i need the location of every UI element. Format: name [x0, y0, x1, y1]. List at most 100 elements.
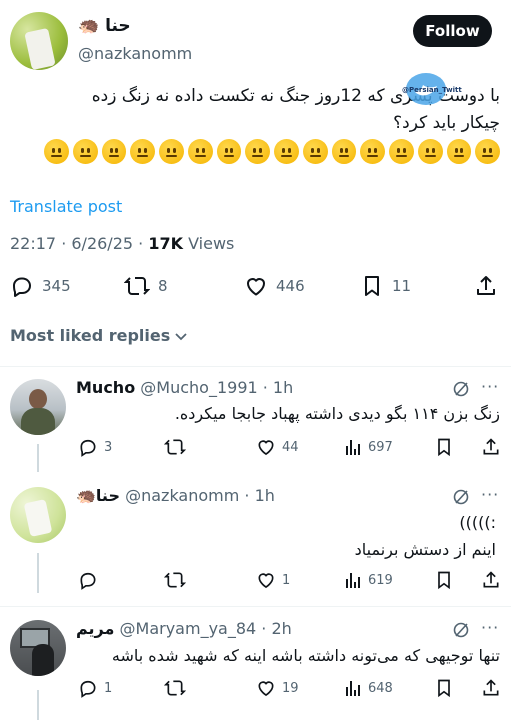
- heart-icon: [256, 437, 276, 457]
- reply-like-count: 1: [282, 572, 291, 588]
- reply-share-button[interactable]: [481, 570, 501, 590]
- more-options-icon[interactable]: ···: [481, 485, 499, 504]
- share-icon: [481, 437, 501, 457]
- reply-repost-button[interactable]: [164, 437, 186, 457]
- author-emoji-icon: 🦔: [76, 486, 96, 505]
- neutral-face-emoji-icon: [245, 139, 270, 164]
- reply-like-button[interactable]: 44: [256, 437, 299, 457]
- reply-like-count: 19: [282, 680, 299, 696]
- replies-sort-dropdown[interactable]: Most liked replies: [10, 326, 188, 345]
- reply-like-count: 44: [282, 439, 299, 455]
- reply-author-name[interactable]: مریم: [76, 619, 114, 638]
- neutral-face-emoji-icon: [274, 139, 299, 164]
- repost-icon: [164, 678, 186, 698]
- more-options-icon[interactable]: ···: [481, 618, 499, 637]
- reply-views-button[interactable]: 619: [344, 570, 393, 590]
- reply-text: زنگ بزن ۱۱۴ بگو دیدی داشته پهباد جابجا م…: [174, 404, 500, 423]
- translate-link[interactable]: Translate post: [10, 197, 122, 216]
- reply-header: مریم @Maryam_ya_84 · 2h: [76, 619, 292, 638]
- neutral-face-emoji-icon: [302, 139, 328, 164]
- watermark-text: @Persian_Twitt: [402, 86, 462, 94]
- neutral-face-emoji-icon: [417, 139, 443, 164]
- views-icon: [344, 678, 362, 698]
- grok-icon[interactable]: [452, 380, 470, 402]
- author-name[interactable]: 🦔 حنا: [78, 16, 131, 36]
- reply-repost-button[interactable]: [164, 570, 186, 590]
- reply-bookmark-button[interactable]: [434, 437, 454, 457]
- repost-icon: [164, 437, 186, 457]
- share-icon: [481, 678, 501, 698]
- author-avatar[interactable]: [10, 12, 68, 70]
- reply-icon: [78, 678, 98, 698]
- views-label: Views: [182, 234, 235, 253]
- bookmark-icon: [434, 437, 454, 457]
- like-button[interactable]: 446: [244, 274, 305, 298]
- neutral-face-emoji-icon: [446, 139, 472, 164]
- share-button[interactable]: [474, 274, 498, 298]
- reply-bookmark-button[interactable]: [434, 678, 454, 698]
- reply-icon: [78, 437, 98, 457]
- reply-avatar[interactable]: [10, 487, 66, 543]
- reply-handle[interactable]: @Mucho_1991 · 1h: [140, 378, 293, 397]
- neutral-face-emoji-icon: [130, 139, 155, 164]
- reply-views-button[interactable]: 648: [344, 678, 393, 698]
- follow-button[interactable]: Follow: [413, 15, 492, 47]
- tweet-text-line2: چیکار باید کرد؟: [393, 113, 500, 133]
- chevron-down-icon: [174, 329, 188, 343]
- bookmark-button[interactable]: 11: [360, 274, 411, 298]
- reply-text-line1: (((((:: [459, 513, 496, 532]
- author-handle[interactable]: @nazkanomm: [78, 44, 192, 63]
- reply-author-name[interactable]: 🦔حنا: [76, 486, 120, 505]
- reply-reply-count: 1: [104, 680, 113, 696]
- reply-icon: [78, 570, 98, 590]
- reply-button[interactable]: 345: [10, 274, 71, 298]
- reply-count: 345: [42, 277, 71, 295]
- reply-reply-count: 3: [104, 439, 113, 455]
- heart-icon: [256, 678, 276, 698]
- reply-reply-button[interactable]: 1: [78, 678, 112, 698]
- reply-share-button[interactable]: [481, 437, 501, 457]
- reply-avatar[interactable]: [10, 379, 66, 435]
- emoji-row: [44, 139, 504, 164]
- divider: [0, 606, 511, 607]
- grok-icon[interactable]: [452, 621, 470, 643]
- heart-icon: [244, 274, 268, 298]
- thread-line: [37, 553, 39, 593]
- thread-line: [37, 444, 39, 472]
- tweet-timestamp[interactable]: 22:17 · 6/26/25 ·: [10, 234, 148, 253]
- reply-like-button[interactable]: 1: [256, 570, 290, 590]
- reply-avatar[interactable]: [10, 620, 66, 676]
- reply-text: تنها توجیهی که می‌تونه داشته باشه اینه ک…: [111, 646, 500, 665]
- bookmark-icon: [434, 678, 454, 698]
- reply-author-name[interactable]: Mucho: [76, 378, 135, 397]
- reply-reply-button[interactable]: [78, 570, 104, 590]
- reply-handle[interactable]: @nazkanomm · 1h: [125, 486, 275, 505]
- reply-reply-button[interactable]: 3: [78, 437, 112, 457]
- views-icon: [344, 437, 362, 457]
- reply-like-button[interactable]: 19: [256, 678, 299, 698]
- share-icon: [474, 274, 498, 298]
- reply-views-button[interactable]: 697: [344, 437, 393, 457]
- repost-button[interactable]: 8: [124, 274, 168, 298]
- views-icon: [344, 570, 362, 590]
- reply-header: Mucho @Mucho_1991 · 1h: [76, 378, 293, 397]
- reply-share-button[interactable]: [481, 678, 501, 698]
- neutral-face-emoji-icon: [331, 139, 357, 164]
- neutral-face-emoji-icon: [216, 139, 242, 164]
- bookmark-icon: [360, 274, 384, 298]
- reply-text-line2: اینم از دستش برنمیاد: [354, 540, 496, 559]
- more-options-icon[interactable]: ···: [481, 377, 499, 396]
- neutral-face-emoji-icon: [101, 139, 127, 164]
- share-icon: [481, 570, 501, 590]
- heart-icon: [256, 570, 276, 590]
- author-emoji-icon: 🦔: [78, 16, 100, 36]
- reply-views-count: 648: [368, 680, 393, 696]
- repost-icon: [124, 274, 150, 298]
- reply-repost-button[interactable]: [164, 678, 186, 698]
- bookmark-icon: [434, 570, 454, 590]
- neutral-face-emoji-icon: [475, 139, 500, 164]
- thread-line: [37, 690, 39, 720]
- reply-handle[interactable]: @Maryam_ya_84 · 2h: [120, 619, 292, 638]
- reply-bookmark-button[interactable]: [434, 570, 454, 590]
- grok-icon[interactable]: [452, 488, 470, 510]
